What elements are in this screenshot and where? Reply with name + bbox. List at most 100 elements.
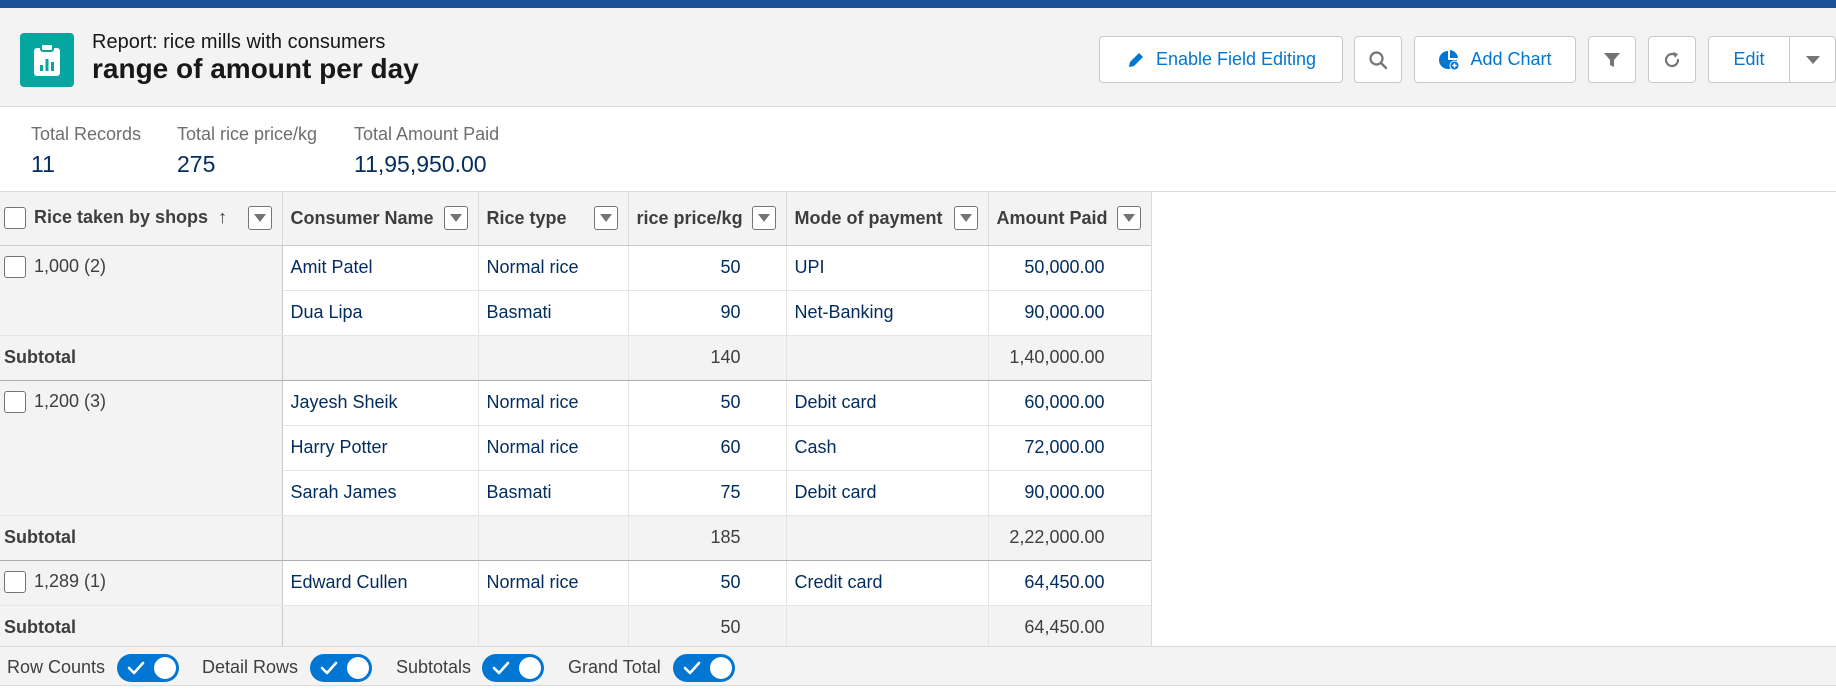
rice-type-cell: Basmati (478, 290, 629, 336)
rice-type-cell: Normal rice (478, 560, 629, 606)
column-header-rice-taken[interactable]: Rice taken by shops ↑ (0, 192, 283, 246)
consumer-name-cell: Sarah James (282, 470, 479, 516)
check-icon (320, 661, 338, 675)
group-checkbox[interactable] (4, 255, 26, 278)
subtotal-price-cell: 50 (628, 605, 787, 646)
column-header-consumer-name[interactable]: Consumer Name (282, 192, 479, 246)
chevron-down-icon (599, 214, 612, 222)
amount-paid-cell: 64,450.00 (988, 560, 1151, 606)
report-type-label: Report: rice mills with consumers (92, 31, 386, 53)
mode-of-payment-cell: Cash (786, 425, 989, 471)
add-chart-icon (1439, 49, 1460, 70)
table-row: 1,289 (1) Edward Cullen Normal rice 50 C… (0, 560, 1151, 606)
column-menu-button[interactable] (751, 206, 776, 230)
rice-price-cell: 60 (628, 425, 787, 471)
column-header-mode-of-payment[interactable]: Mode of payment (786, 192, 989, 246)
refresh-button[interactable] (1648, 36, 1696, 83)
column-menu-button[interactable] (1116, 206, 1141, 230)
column-menu-button[interactable] (247, 206, 272, 230)
consumer-name-cell: Dua Lipa (282, 290, 479, 336)
consumer-name-cell: Jayesh Sheik (282, 380, 479, 426)
rice-type-cell: Normal rice (478, 380, 629, 426)
column-label: Mode of payment (794, 207, 943, 228)
consumer-name-cell: Edward Cullen (282, 560, 479, 606)
subtotals-label: Subtotals (396, 657, 472, 677)
amount-paid-cell: 72,000.00 (988, 425, 1151, 471)
summary-total-records: Total Records 11 (31, 124, 141, 178)
subtotals-toggle[interactable] (482, 654, 544, 682)
summary-value: 11,95,950.00 (354, 151, 487, 177)
column-label: Rice type (486, 207, 567, 228)
edit-button-group: Edit (1708, 36, 1836, 83)
chevron-down-icon (1806, 55, 1820, 64)
table-header-row: Rice taken by shops ↑ Consumer Name Rice … (0, 192, 1151, 246)
summary-value: 275 (177, 151, 216, 177)
group-checkbox[interactable] (4, 570, 26, 593)
refresh-icon (1664, 51, 1680, 67)
filter-button[interactable] (1588, 36, 1636, 83)
column-header-amount-paid[interactable]: Amount Paid (988, 192, 1151, 246)
group-label: 1,000 (2) (34, 255, 107, 276)
row-counts-toggle[interactable] (117, 654, 179, 682)
column-header-rice-price[interactable]: rice price/kg (628, 192, 787, 246)
column-label: rice price/kg (636, 207, 743, 228)
toggle-knob (710, 657, 732, 679)
add-chart-button[interactable]: Add Chart (1414, 36, 1576, 83)
rice-type-cell: Basmati (478, 470, 629, 516)
sort-ascending-icon: ↑ (218, 207, 228, 228)
mode-of-payment-cell: Debit card (786, 380, 989, 426)
grand-total-label: Grand Total (568, 657, 661, 677)
page-title: range of amount per day (92, 53, 419, 84)
column-menu-button[interactable] (443, 206, 468, 230)
subtotal-amount-cell: 1,40,000.00 (988, 335, 1151, 381)
summary-value: 11 (31, 151, 55, 177)
rice-price-cell: 50 (628, 380, 787, 426)
column-label: Rice taken by shops (34, 207, 209, 228)
check-icon (127, 661, 145, 675)
check-icon (492, 661, 510, 675)
row-counts-label: Row Counts (7, 657, 106, 677)
pencil-icon (1128, 52, 1143, 67)
subtotal-amount-cell: 2,22,000.00 (988, 515, 1151, 561)
detail-rows-label: Detail Rows (202, 657, 299, 677)
summary-label: Total Amount Paid (354, 124, 500, 144)
rice-price-cell: 90 (628, 290, 787, 336)
subtotal-label: Subtotal (0, 335, 283, 381)
subtotal-price-cell: 185 (628, 515, 787, 561)
report-table: Rice taken by shops ↑ Consumer Name Rice … (0, 192, 1151, 646)
report-summary: Total Records 11 Total rice price/kg 275… (0, 108, 1836, 192)
enable-field-editing-button[interactable]: Enable Field Editing (1099, 36, 1343, 83)
amount-paid-cell: 90,000.00 (988, 290, 1151, 336)
subtotal-row: Subtotal 50 64,450.00 (0, 605, 1151, 646)
search-button[interactable] (1354, 36, 1402, 83)
edit-menu-dropdown[interactable] (1790, 37, 1836, 82)
amount-paid-cell: 50,000.00 (988, 245, 1151, 291)
grand-total-toggle[interactable] (673, 654, 735, 682)
edit-button[interactable]: Edit (1709, 49, 1789, 70)
rice-price-cell: 75 (628, 470, 787, 516)
group-checkbox[interactable] (4, 390, 26, 413)
empty-cell (282, 335, 479, 381)
consumer-name-cell: Amit Patel (282, 245, 479, 291)
column-menu-button[interactable] (953, 206, 978, 230)
summary-label: Total Records (31, 124, 142, 144)
subtotal-price-cell: 140 (628, 335, 787, 381)
empty-cell (786, 605, 989, 646)
subtotal-row: Subtotal 185 2,22,000.00 (0, 515, 1151, 561)
add-chart-label: Add Chart (1470, 49, 1552, 69)
chevron-down-icon (959, 214, 972, 222)
check-icon (683, 661, 701, 675)
empty-cell (282, 605, 479, 646)
select-all-checkbox[interactable] (4, 207, 26, 230)
subtotal-label: Subtotal (0, 605, 283, 646)
summary-total-amount: Total Amount Paid 11,95,950.00 (354, 124, 499, 178)
summary-total-price: Total rice price/kg 275 (177, 124, 317, 178)
column-header-rice-type[interactable]: Rice type (478, 192, 629, 246)
group-label: 1,289 (1) (34, 570, 107, 591)
empty-cell (478, 605, 629, 646)
empty-cell (786, 335, 989, 381)
detail-rows-toggle[interactable] (310, 654, 372, 682)
amount-paid-cell: 60,000.00 (988, 380, 1151, 426)
subtotal-row: Subtotal 140 1,40,000.00 (0, 335, 1151, 381)
column-menu-button[interactable] (593, 206, 618, 230)
